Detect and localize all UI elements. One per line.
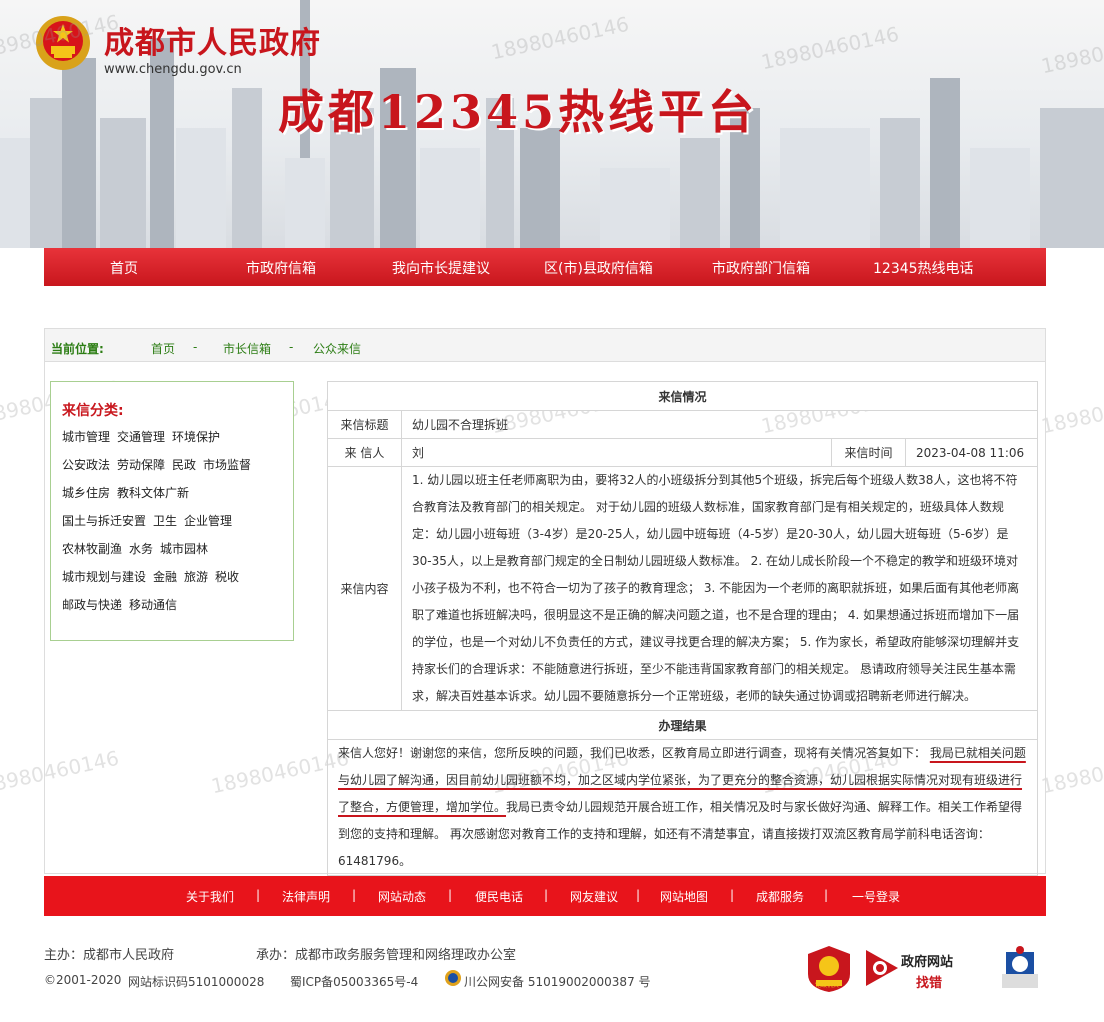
breadcrumb: 当前位置: 首页 - 市长信箱 - 公众来信 xyxy=(44,328,1046,362)
content-label: 来信内容 xyxy=(327,466,402,711)
footer-nav: 关于我们 | 法律声明 | 网站动态 | 便民电话 | 网友建议 | 网站地图 … xyxy=(44,876,1046,916)
nav-suggest-mayor[interactable]: 我向市长提建议 xyxy=(392,258,490,278)
breadcrumb-sep: - xyxy=(289,340,294,354)
category-link[interactable]: 农林牧副渔 xyxy=(62,542,122,556)
nav-district-mailbox[interactable]: 区(市)县政府信箱 xyxy=(544,258,653,278)
footer-sep: | xyxy=(544,888,549,902)
footer-sep: | xyxy=(256,888,261,902)
category-link[interactable]: 企业管理 xyxy=(184,514,232,528)
breadcrumb-home[interactable]: 首页 xyxy=(151,340,175,357)
footer-sep: | xyxy=(824,888,829,902)
main-nav: 首页 市政府信箱 我向市长提建议 区(市)县政府信箱 市政府部门信箱 12345… xyxy=(44,248,1046,286)
category-link[interactable]: 邮政与快递 xyxy=(62,598,122,612)
nav-mayor-mailbox[interactable]: 市政府信箱 xyxy=(246,258,316,278)
category-link[interactable]: 民政 xyxy=(172,458,196,472)
letter-table: 来信情况 来信标题 幼儿园不合理拆班 来 信人 刘 来信时间 2023-04-0… xyxy=(326,381,1039,876)
category-row: 城市规划与建设 金融 旅游 税收 xyxy=(62,568,246,585)
category-link[interactable]: 城乡住房 xyxy=(62,486,110,500)
header-banner: 成都市人民政府 www.chengdu.gov.cn 成都12345热线平台 xyxy=(0,0,1104,248)
result-intro: 来信人您好！谢谢您的来信，您所反映的问题，我们已收悉，区教育局立即进行调查，现将… xyxy=(338,746,930,760)
category-link[interactable]: 旅游 xyxy=(184,570,208,584)
undertaker-text: 承办：成都市政务服务管理和网络理政办公室 xyxy=(256,948,517,963)
search-error-icon[interactable] xyxy=(864,948,900,988)
category-panel: 来信分类: 城市管理 交通管理 环境保护 公安政法 劳动保障 民政 市场监督 城乡住房 教科… xyxy=(50,381,294,641)
gov-site-badge-title[interactable]: 政府网站 xyxy=(901,951,953,970)
title-value: 幼儿园不合理拆班 xyxy=(400,410,1039,439)
category-link[interactable]: 环境保护 xyxy=(172,430,220,444)
site-code-text: 网站标识码5101000028 xyxy=(128,975,265,989)
category-link[interactable]: 卫生 xyxy=(153,514,177,528)
nav-enterprise-mailbox[interactable]: 市民企业信箱 xyxy=(80,298,158,317)
breadcrumb-label: 当前位置: xyxy=(51,342,104,356)
copyright-text: ©2001-2020 xyxy=(44,973,122,987)
sponsor-text: 主办：成都市人民政府 xyxy=(44,948,175,963)
party-gov-label: 党政机关 xyxy=(815,982,840,989)
category-row: 邮政与快递 移动通信 xyxy=(62,596,184,613)
footer-phones[interactable]: 便民电话 xyxy=(475,888,523,905)
nav-home[interactable]: 首页 xyxy=(110,258,138,278)
letter-section-title: 来信情况 xyxy=(326,381,1039,411)
category-link[interactable]: 公安政法 xyxy=(62,458,110,472)
sender-label: 来 信人 xyxy=(327,438,402,467)
category-link[interactable]: 城市管理 xyxy=(62,430,110,444)
footer-sep: | xyxy=(636,888,641,902)
police-badge-icon xyxy=(445,970,461,986)
category-link[interactable]: 教科文体广新 xyxy=(117,486,189,500)
site-url[interactable]: www.chengdu.gov.cn xyxy=(104,62,242,77)
result-content: 来信人您好！谢谢您的来信，您所反映的问题，我们已收悉，区教育局立即进行调查，现将… xyxy=(326,739,1039,876)
category-link[interactable]: 水务 xyxy=(129,542,153,556)
category-link[interactable]: 劳动保障 xyxy=(117,458,165,472)
category-link[interactable]: 税收 xyxy=(215,570,239,584)
category-title: 来信分类: xyxy=(62,403,124,419)
sender-value: 刘 xyxy=(401,438,832,467)
nav-hotline[interactable]: 12345热线电话 xyxy=(873,258,974,278)
breadcrumb-sep: - xyxy=(193,340,198,354)
footer-login[interactable]: 一号登录 xyxy=(852,888,900,905)
footer-sep: | xyxy=(448,888,453,902)
network-police-icon[interactable] xyxy=(996,944,1044,994)
category-link[interactable]: 移动通信 xyxy=(129,598,177,612)
letter-content: 1. 幼儿园以班主任老师离职为由，要将32人的小班级拆分到其他5个班级，拆完后每… xyxy=(400,466,1039,711)
police-link[interactable]: 川公网安备 51019002000387 号 xyxy=(464,973,651,990)
footer-sep: | xyxy=(730,888,735,902)
footer-sep: | xyxy=(352,888,357,902)
category-link[interactable]: 交通管理 xyxy=(117,430,165,444)
gov-site-badge-sub[interactable]: 找错 xyxy=(916,972,942,991)
icp-link[interactable]: 蜀ICP备05003365号-4 xyxy=(290,973,418,990)
footer-services[interactable]: 成都服务 xyxy=(756,888,804,905)
footer-sitemap[interactable]: 网站地图 xyxy=(660,888,708,905)
platform-title: 成都12345热线平台 xyxy=(278,85,759,139)
result-section-title: 办理结果 xyxy=(326,710,1039,740)
category-row: 城乡住房 教科文体广新 xyxy=(62,484,196,501)
category-row: 国土与拆迁安置 卫生 企业管理 xyxy=(62,512,239,529)
footer-news[interactable]: 网站动态 xyxy=(378,888,426,905)
time-value: 2023-04-08 11:06 xyxy=(904,438,1039,467)
category-link[interactable]: 金融 xyxy=(153,570,177,584)
breadcrumb-public-letters[interactable]: 公众来信 xyxy=(313,340,361,357)
breadcrumb-mayor-mailbox[interactable]: 市长信箱 xyxy=(223,340,271,357)
watermark: 18980460146 xyxy=(1039,385,1104,439)
category-row: 公安政法 劳动保障 民政 市场监督 xyxy=(62,456,258,473)
category-link[interactable]: 国土与拆迁安置 xyxy=(62,514,146,528)
footer-suggestions[interactable]: 网友建议 xyxy=(570,888,618,905)
national-emblem-icon xyxy=(36,16,90,70)
category-link[interactable]: 城市规划与建设 xyxy=(62,570,146,584)
category-link[interactable]: 市场监督 xyxy=(203,458,251,472)
footer-about[interactable]: 关于我们 xyxy=(186,888,234,905)
footer-legal[interactable]: 法律声明 xyxy=(282,888,330,905)
nav-department-mailbox[interactable]: 市政府部门信箱 xyxy=(712,258,810,278)
category-link[interactable]: 城市园林 xyxy=(160,542,208,556)
category-row: 城市管理 交通管理 环境保护 xyxy=(62,428,227,445)
category-row: 农林牧副渔 水务 城市园林 xyxy=(62,540,215,557)
title-label: 来信标题 xyxy=(327,410,402,439)
site-name[interactable]: 成都市人民政府 xyxy=(104,18,321,62)
time-label: 来信时间 xyxy=(831,438,906,467)
watermark: 18980460146 xyxy=(1039,745,1104,799)
